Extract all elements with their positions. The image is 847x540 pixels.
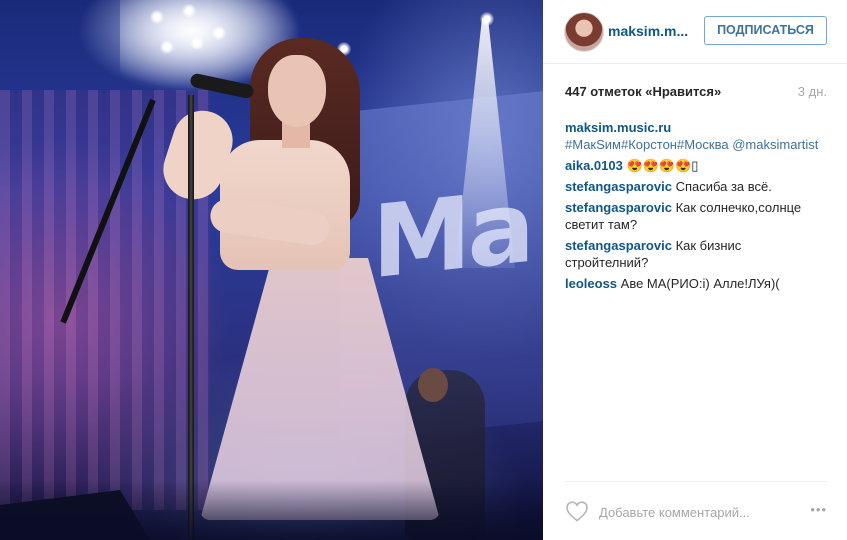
caption-mention[interactable]: @maksimartist: [732, 137, 818, 152]
mic-stand: [188, 95, 194, 540]
comment-list: maksim.music.ru #МакSим#Корстон#Москва @…: [565, 119, 827, 296]
more-options-icon[interactable]: •••: [810, 502, 827, 517]
post-sidebar: maksim.m... ПОДПИСАТЬСЯ 447 отметок «Нра…: [543, 0, 847, 540]
comment-author[interactable]: aika.0103: [565, 158, 623, 173]
stage-light: [182, 4, 196, 18]
likes-count[interactable]: 447 отметок «Нравится»: [565, 84, 721, 99]
stage-banner-text: Ma: [372, 167, 531, 302]
comment-author[interactable]: stefangasparovic: [565, 200, 672, 215]
stage-light: [160, 40, 174, 54]
comment-text: Аве МА(РИО:і) Алле!ЛУя)(: [620, 276, 780, 291]
stage-light: [480, 12, 494, 26]
heart-icon[interactable]: [565, 500, 589, 522]
stage-floor: [0, 480, 543, 540]
comment: stefangasparovic Как бизнис стройтелний?: [565, 237, 827, 271]
follow-button[interactable]: ПОДПИСАТЬСЯ: [704, 16, 827, 45]
post-footer: •••: [565, 481, 827, 540]
likes-row: 447 отметок «Нравится» 3 дн.: [565, 84, 827, 104]
comment-text: 😍😍😍😍▯: [626, 158, 699, 173]
stage-light: [190, 36, 204, 50]
comment: leoleoss Аве МА(РИО:і) Алле!ЛУя)(: [565, 275, 827, 292]
username-link[interactable]: maksim.m...: [608, 23, 688, 39]
caption-hashtags[interactable]: #МакSим#Корстон#Москва: [565, 137, 729, 152]
comment-author[interactable]: leoleoss: [565, 276, 617, 291]
add-comment-input[interactable]: [599, 502, 774, 522]
comment: aika.0103 😍😍😍😍▯: [565, 157, 827, 174]
comment-author[interactable]: stefangasparovic: [565, 179, 672, 194]
post-header: maksim.m... ПОДПИСАТЬСЯ: [543, 0, 847, 64]
comment-caption: maksim.music.ru #МакSим#Корстон#Москва @…: [565, 119, 827, 153]
post-time[interactable]: 3 дн.: [798, 84, 827, 99]
post-photo[interactable]: Ma: [0, 0, 543, 540]
comment: stefangasparovic Как солнечко,солнце све…: [565, 199, 827, 233]
comment-author[interactable]: stefangasparovic: [565, 238, 672, 253]
stage-light: [212, 26, 226, 40]
comment-text: Спасиба за всё.: [675, 179, 772, 194]
comment-author[interactable]: maksim.music.ru: [565, 120, 671, 135]
stage-light: [150, 10, 164, 24]
background-musician-head: [418, 368, 448, 402]
singer-face: [268, 55, 326, 127]
comment: stefangasparovic Спасиба за всё.: [565, 178, 827, 195]
avatar[interactable]: [564, 12, 604, 52]
